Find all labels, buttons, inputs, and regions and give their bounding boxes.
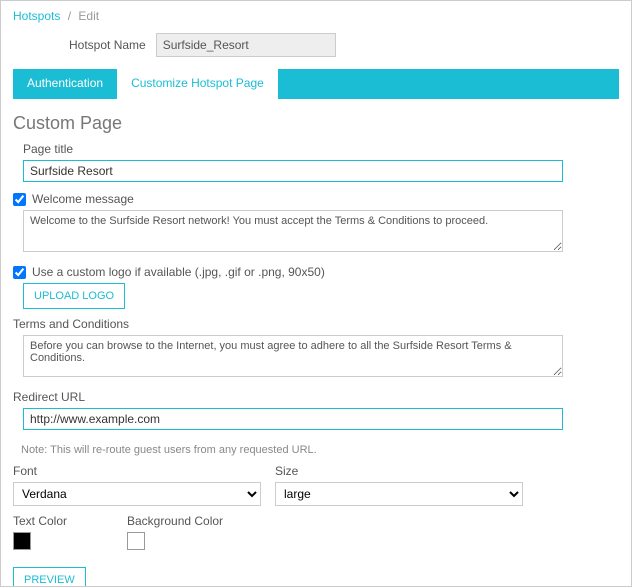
redirect-input[interactable] [23, 408, 563, 430]
tabs: Authentication Customize Hotspot Page [13, 69, 619, 99]
breadcrumb-sep: / [68, 9, 71, 23]
breadcrumb: Hotspots / Edit [13, 9, 619, 23]
breadcrumb-current: Edit [78, 9, 99, 23]
logo-label: Use a custom logo if available (.jpg, .g… [32, 265, 325, 279]
bg-color-label: Background Color [127, 514, 223, 528]
terms-textarea[interactable] [23, 335, 563, 377]
page-title-label: Page title [23, 142, 619, 156]
logo-checkbox[interactable] [13, 266, 26, 279]
page-title-input[interactable] [23, 160, 563, 182]
breadcrumb-root-link[interactable]: Hotspots [13, 9, 60, 23]
tab-customize-hotspot-page[interactable]: Customize Hotspot Page [117, 69, 278, 99]
text-color-swatch[interactable] [13, 532, 31, 550]
font-label: Font [13, 464, 261, 478]
terms-label: Terms and Conditions [13, 317, 619, 331]
welcome-checkbox[interactable] [13, 193, 26, 206]
size-select[interactable]: large [275, 482, 523, 506]
redirect-note: Note: This will re-route guest users fro… [21, 444, 619, 456]
page-heading: Custom Page [13, 113, 619, 134]
preview-button[interactable]: PREVIEW [13, 567, 86, 587]
hotspot-name-input[interactable] [156, 33, 336, 57]
welcome-label: Welcome message [32, 192, 134, 206]
text-color-label: Text Color [13, 514, 113, 528]
size-label: Size [275, 464, 523, 478]
bg-color-swatch[interactable] [127, 532, 145, 550]
tab-authentication[interactable]: Authentication [13, 69, 117, 99]
redirect-label: Redirect URL [13, 390, 619, 404]
upload-logo-button[interactable]: UPLOAD LOGO [23, 283, 125, 309]
hotspot-name-label: Hotspot Name [69, 38, 146, 52]
font-select[interactable]: Verdana [13, 482, 261, 506]
welcome-textarea[interactable] [23, 210, 563, 252]
